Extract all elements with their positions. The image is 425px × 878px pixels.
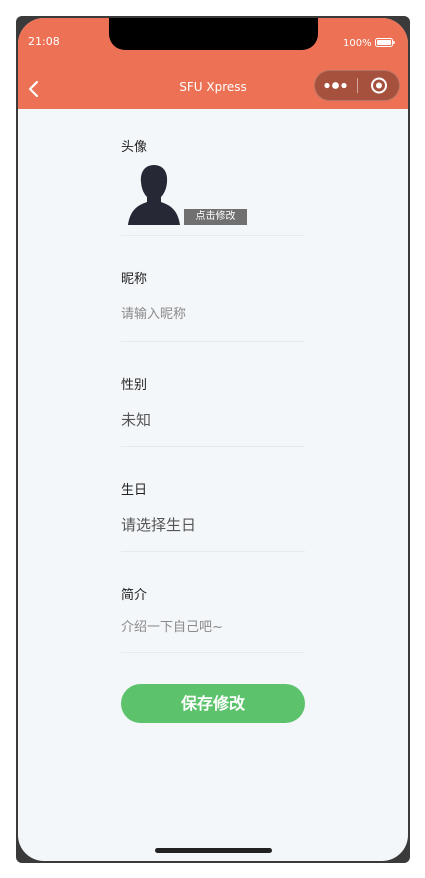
birthday-picker[interactable]: 请选择生日: [121, 514, 196, 535]
gender-picker[interactable]: 未知: [121, 409, 151, 430]
divider: [121, 341, 305, 342]
battery-icon: [375, 38, 395, 47]
nickname-label: 昵称: [121, 272, 148, 287]
phone-screen: 21:08 100% SFU Xpress 头像 点击修改 昵称 请输入昵称 性…: [18, 18, 408, 861]
mini-program-capsule: [314, 70, 400, 101]
battery-percent: 100%: [343, 38, 372, 49]
more-button[interactable]: [315, 71, 358, 100]
close-mini-program-button[interactable]: [359, 71, 399, 100]
divider: [121, 551, 305, 552]
more-dots-icon: [324, 82, 347, 89]
birthday-label: 生日: [121, 483, 148, 498]
user-silhouette-icon: [128, 165, 180, 225]
save-button[interactable]: 保存修改: [121, 684, 305, 723]
header-bar: 21:08 100% SFU Xpress: [18, 18, 408, 109]
gender-label: 性别: [121, 378, 148, 393]
device-notch: [109, 18, 318, 50]
target-circle-icon: [371, 77, 387, 94]
bio-input[interactable]: [121, 617, 305, 637]
edit-avatar-button[interactable]: 点击修改: [184, 209, 247, 225]
capsule-divider: [357, 78, 358, 93]
home-indicator: [155, 848, 272, 853]
divider: [121, 652, 305, 653]
status-time: 21:08: [28, 35, 60, 48]
bio-label: 简介: [121, 588, 148, 603]
avatar[interactable]: [128, 162, 180, 225]
divider: [121, 235, 305, 236]
nickname-input[interactable]: [121, 304, 305, 324]
divider: [121, 446, 305, 447]
avatar-label: 头像: [121, 140, 148, 155]
